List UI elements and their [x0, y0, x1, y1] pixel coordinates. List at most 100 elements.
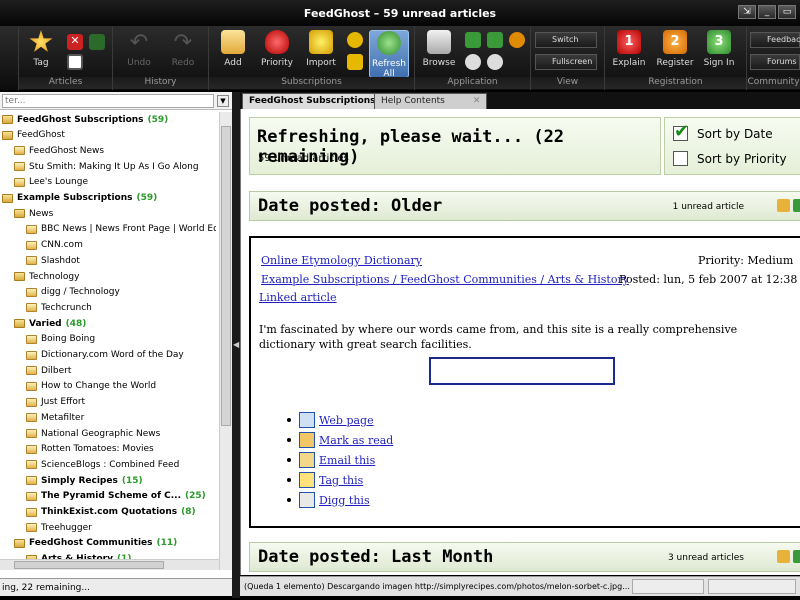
minimize-icon[interactable]: _ — [758, 5, 776, 19]
tree-item[interactable]: Techcrunch — [0, 300, 216, 315]
heart-icon — [265, 30, 289, 54]
tree-item-label: ScienceBlogs : Combined Feed — [41, 459, 180, 470]
tree-item[interactable]: News — [0, 206, 216, 221]
scroll-thumb[interactable] — [221, 126, 231, 426]
group-view: Switch Fullscreen View — [530, 26, 604, 90]
ghost-icon[interactable] — [89, 34, 105, 50]
register-button[interactable]: 2 Register — [655, 30, 695, 68]
mark-as-read-action[interactable]: Mark as read — [287, 430, 393, 450]
tree-item[interactable]: ScienceBlogs : Combined Feed — [0, 457, 216, 472]
lightning-icon[interactable] — [347, 54, 363, 70]
tab-help-contents[interactable]: Help Contents ✕ — [374, 93, 488, 109]
digg-this-action[interactable]: Digg this — [287, 490, 393, 510]
priority-button[interactable]: Priority — [257, 30, 297, 68]
move-icon[interactable] — [465, 32, 481, 48]
checkbox-icon[interactable] — [673, 151, 688, 166]
feed-icon — [26, 397, 37, 407]
forums-button[interactable]: Forums — [750, 54, 800, 70]
play-icon[interactable] — [347, 32, 363, 48]
tree-item[interactable]: Just Effort — [0, 395, 216, 410]
feed-icon — [26, 491, 37, 501]
tree-item[interactable]: digg / Technology — [0, 285, 216, 300]
tree-item[interactable]: Stu Smith: Making It Up As I Go Along — [0, 159, 216, 174]
tree-item-label: ThinkExist.com Quotations — [41, 507, 178, 517]
sort-by-date[interactable]: Sort by Date — [673, 121, 773, 142]
restore-icon[interactable]: ⇲ — [738, 5, 756, 19]
redo-button[interactable]: ↷ Redo — [163, 30, 203, 68]
tree-item[interactable]: Rotten Tomatoes: Movies — [0, 442, 216, 457]
fullscreen-button[interactable]: Fullscreen — [535, 54, 597, 70]
scroll-thumb[interactable] — [14, 561, 164, 569]
switch-button[interactable]: Switch — [535, 32, 597, 48]
tree-item[interactable]: FeedGhost Communities (11) — [0, 536, 216, 551]
article-category-link[interactable]: Example Subscriptions / FeedGhost Commun… — [261, 273, 629, 286]
search-icon[interactable] — [67, 54, 83, 70]
down-arrow-icon[interactable] — [793, 550, 800, 563]
undo-button[interactable]: ↶ Undo — [119, 30, 159, 68]
tree-item[interactable]: ThinkExist.com Quotations (8) — [0, 505, 216, 520]
tree-item[interactable]: How to Change the World — [0, 379, 216, 394]
tree-item[interactable]: Treehugger — [0, 520, 216, 535]
tree-item[interactable]: Dilbert — [0, 363, 216, 378]
sort-by-priority[interactable]: Sort by Priority — [673, 151, 787, 166]
tree-item[interactable]: Lee's Lounge — [0, 175, 216, 190]
tree-item[interactable]: CNN.com — [0, 238, 216, 253]
feed-icon — [26, 287, 37, 297]
tag-button[interactable]: Tag — [21, 30, 61, 68]
mark-read-icon[interactable] — [777, 550, 790, 563]
sort-options: Sort by Date Sort by Priority — [664, 117, 800, 175]
import-icon — [309, 30, 333, 54]
tree-item[interactable]: Metafilter — [0, 410, 216, 425]
step-one-icon: 1 — [617, 30, 641, 54]
tab-feedghost-subscriptions[interactable]: FeedGhost Subscriptions — [242, 93, 383, 109]
tree-item[interactable]: The Pyramid Scheme of C... (25) — [0, 489, 216, 504]
tree-item[interactable]: Simply Recipes (15) — [0, 473, 216, 488]
filter-input[interactable] — [2, 94, 214, 108]
feed-icon — [14, 177, 25, 187]
date-group-last-month[interactable]: Date posted: Last Month 3 unread article… — [249, 542, 800, 572]
tree-item[interactable]: Slashdot — [0, 253, 216, 268]
browse-button[interactable]: Browse — [419, 30, 459, 68]
tree-vertical-scrollbar[interactable] — [219, 112, 232, 570]
email-this-action[interactable]: Email this — [287, 450, 393, 470]
tree-item[interactable]: Boing Boing — [0, 332, 216, 347]
sign-in-button[interactable]: 3 Sign In — [699, 30, 739, 68]
tree-item[interactable]: Technology — [0, 269, 216, 284]
tree-item[interactable]: FeedGhost — [0, 128, 216, 143]
tree-item[interactable]: BBC News | News Front Page | World Ed... — [0, 222, 216, 237]
tree-item[interactable]: Dictionary.com Word of the Day — [0, 348, 216, 363]
panel-splitter[interactable]: ◀ — [232, 92, 240, 598]
tree-item[interactable]: Varied (48) — [0, 316, 216, 331]
add-button[interactable]: Add — [213, 30, 253, 68]
tag-this-action[interactable]: Tag this — [287, 470, 393, 490]
help-icon[interactable] — [509, 32, 525, 48]
import-button[interactable]: Import — [301, 30, 341, 68]
delete-icon[interactable]: ✕ — [67, 34, 83, 50]
explain-button[interactable]: 1 Explain — [609, 30, 649, 68]
maximize-icon[interactable]: ▭ — [778, 5, 796, 19]
web-page-action[interactable]: Web page — [287, 410, 393, 430]
refresh-all-button[interactable]: Refresh All — [369, 30, 409, 79]
yin-yang-icon[interactable] — [487, 54, 503, 70]
tree-item-label: Lee's Lounge — [29, 177, 88, 188]
collapse-arrow-icon[interactable]: ◀ — [233, 340, 239, 349]
tree-item[interactable]: National Geographic News — [0, 426, 216, 441]
group-community: Feedback Forums Community — [746, 26, 800, 90]
up-arrow-icon[interactable] — [487, 32, 503, 48]
tree-item[interactable]: FeedGhost News — [0, 143, 216, 158]
chevron-down-icon[interactable]: ▼ — [217, 95, 229, 107]
close-icon[interactable]: ✕ — [473, 96, 481, 106]
checkbox-checked-icon[interactable] — [673, 121, 689, 142]
tree-item[interactable]: Example Subscriptions (59) — [0, 191, 216, 206]
article-title-link[interactable]: Online Etymology Dictionary — [261, 254, 422, 267]
linked-article-link[interactable]: Linked article — [259, 291, 337, 304]
tree-horizontal-scrollbar[interactable] — [0, 559, 219, 570]
feedback-button[interactable]: Feedback — [750, 32, 800, 48]
date-group-older[interactable]: Date posted: Older 1 unread article — [249, 191, 800, 221]
folder-icon — [14, 319, 25, 329]
down-arrow-icon[interactable] — [793, 199, 800, 212]
settings-icon[interactable] — [465, 54, 481, 70]
tree-item[interactable]: FeedGhost Subscriptions (59) — [0, 112, 216, 127]
article-priority: Priority: Medium — [698, 254, 794, 267]
mark-read-icon[interactable] — [777, 199, 790, 212]
